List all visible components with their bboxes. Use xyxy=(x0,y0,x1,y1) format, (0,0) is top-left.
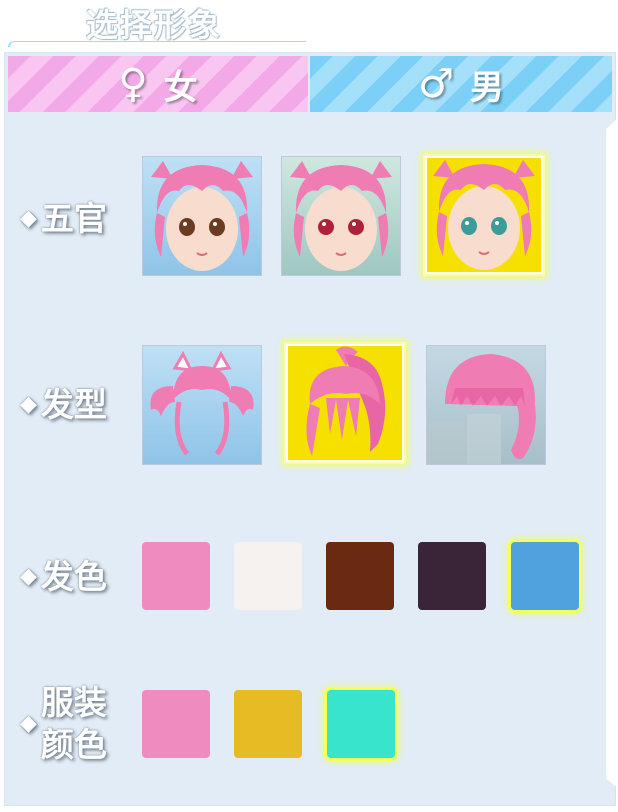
face-option-1[interactable] xyxy=(142,156,262,276)
page-title: 选择形象 xyxy=(86,6,223,44)
diamond-bullet-icon: ◆ xyxy=(20,564,37,589)
tab-female[interactable]: ♀ 女 xyxy=(8,56,308,112)
twin-tails-cat-ears-icon xyxy=(150,350,254,456)
face-brown-eyes-icon xyxy=(151,161,253,271)
hairstyle-option-1[interactable] xyxy=(142,345,262,465)
high-ponytail-icon xyxy=(306,346,386,456)
face-teal-eyes-icon xyxy=(433,160,535,270)
hair-color-swatch-pink[interactable] xyxy=(142,542,210,610)
tab-female-label: 女 xyxy=(163,67,198,108)
face-red-eyes-icon xyxy=(290,161,392,271)
hair-color-row-label: ◆ 发色 xyxy=(20,557,107,596)
hairstyle-option-3[interactable] xyxy=(426,345,546,465)
title-underline xyxy=(8,41,306,47)
diamond-bullet-icon: ◆ xyxy=(20,206,37,231)
face-option-3[interactable] xyxy=(423,154,545,276)
hair-color-swatch-dark-purple[interactable] xyxy=(418,542,486,610)
bob-cut-icon xyxy=(427,354,536,464)
features-row-label: ◆ 五官 xyxy=(20,199,107,238)
hairstyle-row-label: ◆ 发型 xyxy=(20,385,107,424)
hair-color-swatch-white[interactable] xyxy=(234,542,302,610)
diamond-bullet-icon: ◆ xyxy=(20,711,37,736)
outfit-color-swatch-pink[interactable] xyxy=(142,690,210,758)
outfit-color-swatch-gold[interactable] xyxy=(234,690,302,758)
outfit-color-swatch-teal[interactable] xyxy=(327,690,395,758)
hair-color-swatch-blue[interactable] xyxy=(511,542,579,610)
diamond-bullet-icon: ◆ xyxy=(20,392,37,417)
outfit-color-row-label: ◆ 服装 颜色 xyxy=(20,683,107,764)
hair-color-swatch-brown[interactable] xyxy=(326,542,394,610)
face-option-2[interactable] xyxy=(281,156,401,276)
tab-male-label: 男 xyxy=(469,67,504,108)
hairstyle-option-2[interactable] xyxy=(284,342,406,464)
tab-male[interactable]: ♂ 男 xyxy=(310,56,612,112)
male-symbol-icon: ♂ xyxy=(418,61,454,107)
female-symbol-icon: ♀ xyxy=(118,61,148,107)
